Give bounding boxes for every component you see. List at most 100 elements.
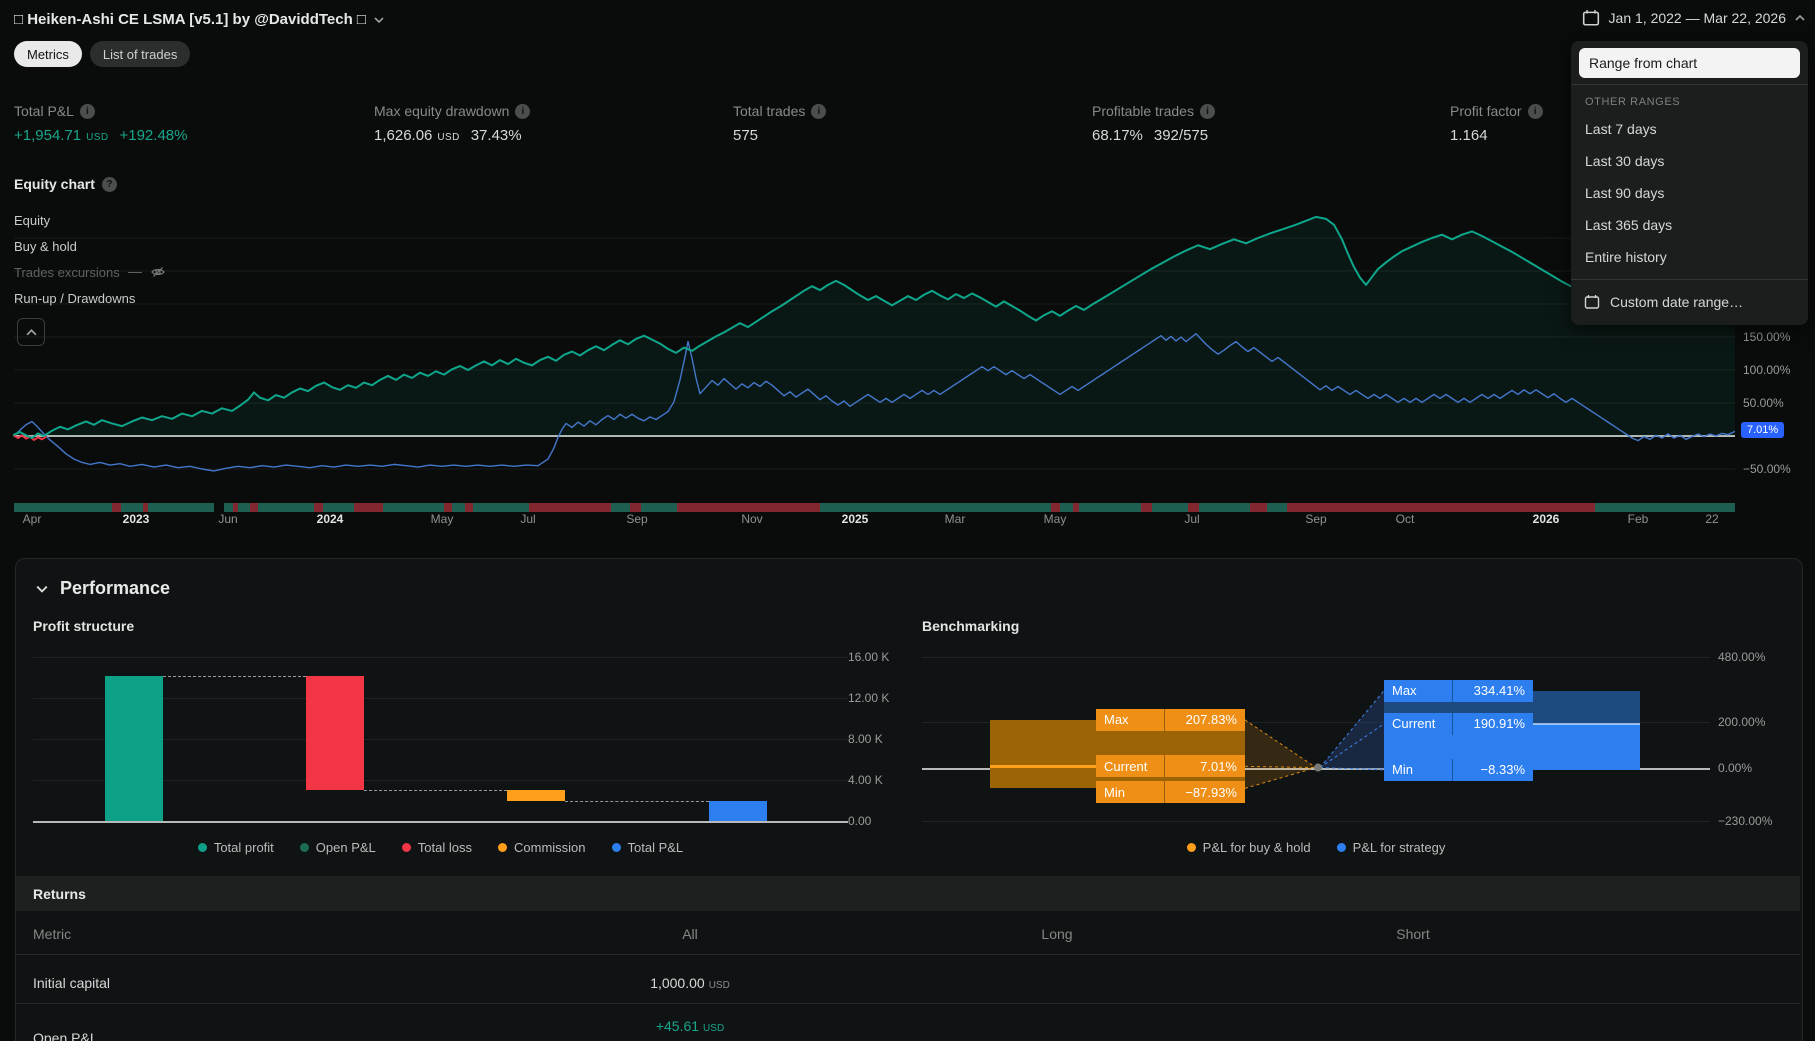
legend-item-run-up-drawdowns[interactable]: Run-up / Drawdowns — [14, 285, 166, 311]
menu-item-last-365-days[interactable]: Last 365 days — [1571, 209, 1808, 241]
column-header-metric: Metric — [33, 926, 72, 942]
profit-structure-title: Profit structure — [33, 618, 135, 634]
win-segment — [1059, 503, 1074, 512]
help-icon[interactable]: ? — [101, 176, 117, 192]
stat-total-trades: Total trades i 575 — [733, 103, 827, 144]
benchmark-badge-buy_hold-max: Max 207.83% — [1096, 708, 1245, 731]
legend-dot — [197, 843, 207, 852]
eye-off-icon[interactable] — [150, 264, 166, 280]
y-tick-label: −50.00% — [1743, 462, 1791, 476]
y-tick-label: 200.00% — [1718, 714, 1766, 729]
strategy-tester-panel: □ Heiken-Ashi CE LSMA [v5.1] by @DaviddT… — [0, 0, 1815, 1041]
info-icon[interactable]: i — [811, 103, 827, 119]
benchmark-connectors — [1244, 690, 1385, 789]
menu-item-last-7-days[interactable]: Last 7 days — [1571, 113, 1808, 145]
legend-label: Open P&L — [315, 840, 376, 855]
stat-value-number: +1,954.71 — [14, 127, 82, 144]
menu-item-entire-history[interactable]: Entire history — [1571, 241, 1808, 273]
stat-value: 1,626.06 USD 37.43% — [374, 127, 530, 144]
row-divider — [16, 1003, 1800, 1004]
legend-label: P&L for buy & hold — [1202, 840, 1311, 855]
loss-segment — [1250, 503, 1267, 512]
x-tick-label: 22 — [1705, 512, 1719, 526]
menu-items: Last 7 days Last 30 days Last 90 days Last … — [1571, 113, 1808, 273]
legend-label: Equity — [14, 212, 51, 228]
collapse-chart-button[interactable] — [17, 318, 45, 346]
tab-list-of-trades[interactable]: List of trades — [89, 41, 191, 67]
menu-item-range-from-chart[interactable]: Range from chart — [1579, 48, 1800, 78]
menu-item-last-30-days[interactable]: Last 30 days — [1571, 145, 1808, 177]
info-icon[interactable]: i — [1527, 103, 1543, 119]
win-segment — [472, 503, 530, 512]
y-tick-label: 8.00 K — [848, 732, 883, 746]
loss-segment — [529, 503, 612, 512]
bar-commission — [507, 790, 565, 801]
legend-label: Run-up / Drawdowns — [14, 290, 136, 306]
stat-value: +1,954.71 USD +192.48% — [14, 127, 187, 144]
badge-value: 7.01% — [1164, 755, 1245, 778]
y-tick-label: 50.00% — [1743, 396, 1784, 410]
legend-item-trades-excursions[interactable]: Trades excursions — [14, 259, 166, 285]
benchmark-badge-strategy-max: Max 334.41% — [1384, 679, 1533, 702]
value-number: 1,000.00 — [650, 975, 705, 991]
stat-label-text: Max equity drawdown — [374, 103, 510, 119]
info-icon[interactable]: i — [79, 103, 95, 119]
returns-title: Returns — [33, 885, 86, 902]
x-tick-label: 2024 — [316, 512, 344, 526]
menu-item-last-90-days[interactable]: Last 90 days — [1571, 177, 1808, 209]
win-segment — [1266, 503, 1288, 512]
gridline — [33, 657, 848, 658]
stat-value-number: 1.164 — [1450, 127, 1488, 144]
stat-max-equity-drawdown: Max equity drawdown i 1,626.06 USD 37.43% — [374, 103, 531, 144]
strategy-title-dropdown[interactable]: □ Heiken-Ashi CE LSMA [v5.1] by @DaviddT… — [14, 11, 384, 28]
legend-label: Total profit — [213, 840, 274, 855]
waterfall-connector — [565, 801, 709, 802]
waterfall-connector — [364, 790, 507, 792]
info-icon[interactable]: i — [1199, 103, 1215, 119]
x-tick-label: Jul — [1184, 512, 1200, 526]
menu-item-custom-date-range[interactable]: Custom date range… — [1571, 283, 1808, 321]
badge-label: Max — [1392, 683, 1417, 699]
legend-label: P&L for strategy — [1352, 840, 1446, 855]
stat-label: Profit factor i — [1450, 103, 1543, 119]
benchmark-badge-buy_hold-min: Min −87.93% — [1096, 781, 1245, 804]
legend-dot — [498, 843, 507, 852]
performance-header[interactable]: Performance — [36, 578, 170, 599]
stat-profit-factor: Profit factor i 1.164 — [1450, 103, 1543, 144]
x-tick-label: May — [430, 512, 454, 526]
stat-label: Profitable trades i — [1092, 103, 1215, 119]
stat-value: 1.164 — [1450, 127, 1543, 144]
stat-total-p-l: Total P&L i +1,954.71 USD +192.48% — [14, 103, 187, 144]
stat-label: Max equity drawdown i — [374, 103, 531, 119]
y-tick-label: 12.00 K — [848, 691, 890, 705]
badge-label: Min — [1392, 762, 1413, 778]
badge-value: −8.33% — [1452, 758, 1533, 781]
stat-label-text: Profit factor — [1450, 103, 1522, 119]
menu-divider — [1571, 279, 1808, 280]
legend-dash — [127, 271, 142, 273]
legend-dot — [1186, 843, 1196, 852]
legend-dot — [1336, 843, 1346, 852]
date-range-label: Jan 1, 2022 — Mar 22, 2026 — [1608, 10, 1786, 26]
info-icon[interactable]: i — [515, 103, 531, 119]
x-tick-label: Feb — [1627, 512, 1649, 526]
badge-value: −87.93% — [1164, 781, 1245, 804]
equity-chart-plot[interactable] — [0, 205, 1735, 505]
legend-item-equity[interactable]: Equity — [14, 207, 166, 233]
summary-stats: Total P&L i +1,954.71 USD +192.48% Max equity… — [14, 103, 1804, 163]
badge-value: 190.91% — [1452, 712, 1533, 735]
value-currency: USD — [708, 980, 730, 991]
loss-segment — [112, 503, 121, 512]
date-range-button[interactable]: Jan 1, 2022 — Mar 22, 2026 — [1582, 9, 1805, 27]
legend-item-buy-hold[interactable]: Buy & hold — [14, 233, 166, 259]
column-header-all: All — [682, 926, 698, 942]
menu-group-label: OTHER RANGES — [1585, 96, 1681, 108]
chevron-down-icon — [36, 585, 48, 593]
chevron-down-icon — [374, 16, 384, 23]
bar-total-profit — [105, 676, 163, 821]
tab-metrics[interactable]: Metrics — [14, 41, 82, 67]
loss-segment — [1050, 503, 1060, 512]
loss-segment — [464, 503, 473, 512]
stat-label-text: Total trades — [733, 103, 806, 119]
row-divider — [16, 954, 1800, 955]
